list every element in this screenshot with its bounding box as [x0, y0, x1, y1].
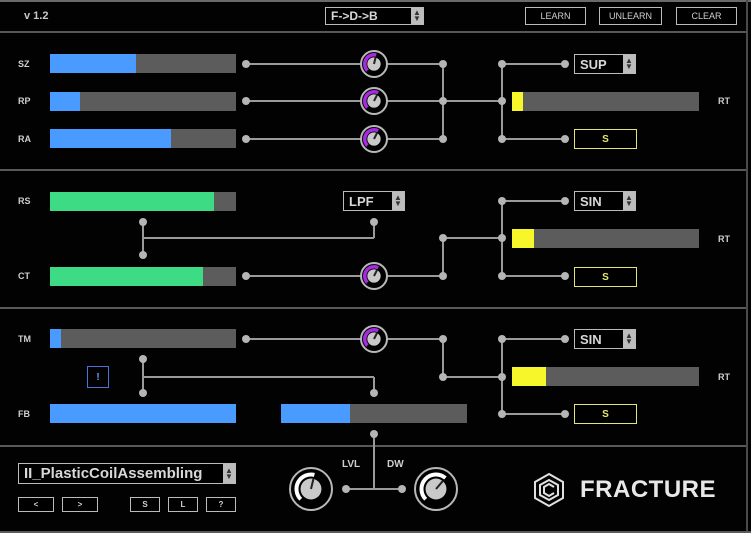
slider-label-fb: FB [18, 409, 30, 419]
help-button[interactable]: ? [206, 497, 236, 512]
updown-arrow-icon: ▲ ▼ [223, 464, 235, 483]
updown-arrow-icon: ▲ ▼ [623, 192, 635, 210]
slider-fill [512, 229, 535, 248]
updown-arrow-icon: ▲ ▼ [623, 330, 635, 348]
sync-button-2[interactable]: S [574, 267, 637, 287]
unlearn-button[interactable]: UNLEARN [599, 7, 662, 25]
rate-label: RT [718, 234, 730, 244]
version-label: v 1.2 [24, 10, 49, 22]
fracture-logo-icon [534, 472, 564, 508]
knob-sz-mod[interactable] [360, 50, 388, 78]
save-preset-button[interactable]: S [130, 497, 160, 512]
section-divider [0, 31, 746, 33]
slider-fill [50, 404, 236, 423]
frame-border [0, 0, 751, 2]
slider-fill [50, 267, 203, 286]
slider-fill [50, 329, 62, 348]
routing-select-value: F->D->B [331, 9, 378, 23]
mod-shape-select-1[interactable]: SUP ▲ ▼ [574, 54, 636, 74]
preset-select[interactable]: II_PlasticCoilAssembling ▲ ▼ [18, 463, 236, 484]
slider-fill [512, 92, 524, 111]
routing-select[interactable]: F->D->B ▲ ▼ [325, 7, 424, 25]
slider-label-ct: CT [18, 271, 30, 281]
updown-arrow-icon: ▲ ▼ [623, 55, 635, 73]
slider-label-sz: SZ [18, 59, 30, 69]
slider-label-ra: RA [18, 134, 31, 144]
sync-button-3[interactable]: S [574, 404, 637, 424]
knob-rp-mod[interactable] [360, 87, 388, 115]
slider-dry-wet-mod[interactable] [281, 404, 467, 423]
slider-label-rp: RP [18, 96, 31, 106]
load-preset-button[interactable]: L [168, 497, 198, 512]
frame-border [746, 0, 748, 533]
knob-ct-mod[interactable] [360, 262, 388, 290]
filter-type-select[interactable]: LPF ▲ ▼ [343, 191, 405, 211]
section-divider [0, 307, 746, 309]
filter-type-value: LPF [349, 193, 374, 209]
learn-button[interactable]: LEARN [525, 7, 586, 25]
updown-arrow-icon: ▲ ▼ [411, 8, 423, 24]
section-divider [0, 169, 746, 171]
slider-fill [50, 129, 171, 148]
slider-label-tm: TM [18, 334, 31, 344]
mod-shape-value: SIN [580, 331, 602, 347]
slider-rs[interactable] [50, 192, 236, 211]
slider-fill [50, 192, 214, 211]
slider-rp[interactable] [50, 92, 236, 111]
warning-button[interactable]: ! [87, 366, 109, 388]
slider-ct[interactable] [50, 267, 236, 286]
slider-fill [281, 404, 350, 423]
dry-wet-label: DW [387, 459, 404, 470]
rate-label: RT [718, 372, 730, 382]
next-preset-button[interactable]: > [62, 497, 98, 512]
section-divider [0, 445, 746, 447]
slider-fill [512, 367, 546, 386]
prev-preset-button[interactable]: < [18, 497, 54, 512]
slider-fb[interactable] [50, 404, 236, 423]
mod-shape-value: SUP [580, 56, 607, 72]
mod-shape-select-3[interactable]: SIN ▲ ▼ [574, 329, 636, 349]
updown-arrow-icon: ▲ ▼ [392, 192, 404, 210]
slider-fill [50, 92, 80, 111]
clear-button[interactable]: CLEAR [676, 7, 737, 25]
rate-slider-2[interactable] [512, 229, 699, 248]
slider-ra[interactable] [50, 129, 236, 148]
sync-button-1[interactable]: S [574, 129, 637, 149]
knob-ra-mod[interactable] [360, 125, 388, 153]
rate-label: RT [718, 96, 730, 106]
mod-shape-value: SIN [580, 193, 602, 209]
knob-tm-mod[interactable] [360, 325, 388, 353]
level-knob[interactable] [289, 467, 333, 511]
rate-slider-1[interactable] [512, 92, 699, 111]
slider-sz[interactable] [50, 54, 236, 73]
level-label: LVL [342, 459, 361, 470]
rate-slider-3[interactable] [512, 367, 699, 386]
slider-fill [50, 54, 136, 73]
preset-name: II_PlasticCoilAssembling [24, 465, 203, 482]
slider-label-rs: RS [18, 196, 31, 206]
slider-tm[interactable] [50, 329, 236, 348]
dry-wet-knob[interactable] [414, 467, 458, 511]
mod-shape-select-2[interactable]: SIN ▲ ▼ [574, 191, 636, 211]
brand-logo-text: FRACTURE [580, 476, 716, 503]
